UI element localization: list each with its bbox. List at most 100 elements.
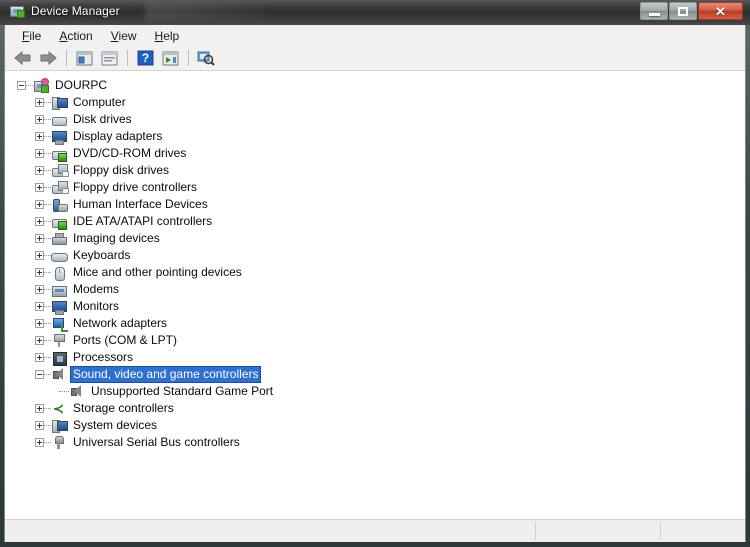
expand-toggle-ide-ata-atapi-controllers[interactable]	[35, 217, 44, 226]
minimize-button[interactable]	[640, 2, 668, 20]
menu-rest-action: ction	[67, 29, 93, 43]
tree-connector	[44, 254, 51, 257]
tree-row-ide-ata-atapi-controllers[interactable]: IDE ATA/ATAPI controllers	[5, 213, 745, 230]
modem-icon	[51, 282, 67, 298]
collapse-toggle-sound-video-and-game-controllers[interactable]	[35, 370, 44, 379]
back-button[interactable]	[11, 47, 35, 69]
tree-row-root[interactable]: DOURPC	[5, 77, 745, 94]
tree-row-imaging-devices[interactable]: Imaging devices	[5, 230, 745, 247]
tree-row-human-interface-devices[interactable]: Human Interface Devices	[5, 196, 745, 213]
expand-toggle-floppy-drive-controllers[interactable]	[35, 183, 44, 192]
expand-toggle-floppy-disk-drives[interactable]	[35, 166, 44, 175]
expand-toggle-network-adapters[interactable]	[35, 319, 44, 328]
tree-connector	[44, 322, 51, 325]
window-title: Device Manager	[31, 4, 120, 18]
expand-toggle-display-adapters[interactable]	[35, 132, 44, 141]
maximize-icon	[678, 6, 688, 16]
expand-toggle-storage-controllers[interactable]	[35, 404, 44, 413]
expand-toggle-ports-com-lpt[interactable]	[35, 336, 44, 345]
mouse-icon	[51, 265, 67, 281]
tree-row-floppy-disk-drives[interactable]: Floppy disk drives	[5, 162, 745, 179]
properties-icon	[101, 51, 117, 65]
help-button[interactable]: ?	[133, 47, 157, 69]
tree-connector	[44, 101, 51, 104]
scan-for-hardware-changes-button[interactable]	[194, 47, 218, 69]
expand-toggle-keyboards[interactable]	[35, 251, 44, 260]
expand-toggle-monitors[interactable]	[35, 302, 44, 311]
update-driver-button[interactable]	[158, 47, 182, 69]
close-button[interactable]: ✕	[698, 2, 743, 20]
properties-button[interactable]	[97, 47, 121, 69]
toolbar-separator-3	[188, 50, 189, 66]
tree-connector	[26, 84, 33, 87]
menu-item-action[interactable]: Action	[50, 27, 101, 45]
tree-connector	[44, 135, 51, 138]
toolbar-separator-2	[127, 50, 128, 66]
tree-row-sound-video-and-game-controllers[interactable]: Sound, video and game controllers	[5, 366, 745, 383]
tree-row-display-adapters[interactable]: Display adapters	[5, 128, 745, 145]
tree-row-floppy-drive-controllers[interactable]: Floppy drive controllers	[5, 179, 745, 196]
tree-row-disk-drives[interactable]: Disk drives	[5, 111, 745, 128]
network-adapter-icon	[51, 316, 68, 332]
status-divider-2	[660, 522, 661, 540]
maximize-button[interactable]	[669, 2, 697, 20]
expand-toggle-human-interface-devices[interactable]	[35, 200, 44, 209]
menu-rest-file: ile	[29, 29, 42, 43]
expand-toggle-system-devices[interactable]	[35, 421, 44, 430]
tree-row-system-devices[interactable]: System devices	[5, 417, 745, 434]
titlebar-blur-artifact	[145, 2, 265, 20]
tree-row-processors[interactable]: Processors	[5, 349, 745, 366]
title-bar[interactable]: Device Manager ✕	[0, 0, 750, 25]
tree-connector	[44, 339, 51, 342]
tree-row-storage-controllers[interactable]: ≺ Storage controllers	[5, 400, 745, 417]
tree-row-dvd-cd-rom-drives[interactable]: DVD/CD-ROM drives	[5, 145, 745, 162]
tree-label-system-devices: System devices	[73, 418, 158, 432]
back-arrow-icon	[14, 51, 31, 65]
expand-toggle-imaging-devices[interactable]	[35, 234, 44, 243]
expand-toggle-processors[interactable]	[35, 353, 44, 362]
computer-root-icon	[33, 77, 49, 94]
tree-row-keyboards[interactable]: Keyboards	[5, 247, 745, 264]
processor-icon	[51, 350, 67, 366]
monitor-icon	[51, 299, 67, 315]
expand-toggle-dvd-cd-rom-drives[interactable]	[35, 149, 44, 158]
forward-button[interactable]	[36, 47, 60, 69]
tree-row-ports-com-lpt[interactable]: Ports (COM & LPT)	[5, 332, 745, 349]
tree-row-network-adapters[interactable]: Network adapters	[5, 315, 745, 332]
tree-row-computer[interactable]: Computer	[5, 94, 745, 111]
tree-connector	[44, 441, 51, 444]
tree-label-keyboards: Keyboards	[73, 248, 131, 262]
menu-item-help[interactable]: Help	[146, 27, 189, 45]
collapse-toggle-root[interactable]	[17, 81, 26, 90]
toolbar-separator-1	[66, 50, 67, 66]
tree-row-modems[interactable]: Modems	[5, 281, 745, 298]
device-tree-pane[interactable]: DOURPC Computer Disk drives Display adap…	[5, 71, 745, 519]
menu-accel-view: V	[110, 29, 119, 43]
tree-label-disk-drives: Disk drives	[73, 112, 132, 126]
floppy-controller-icon	[51, 180, 69, 196]
tree-connector	[44, 118, 51, 121]
tree-row-universal-serial-bus-controllers[interactable]: Universal Serial Bus controllers	[5, 434, 745, 451]
tree-label-floppy-disk-drives: Floppy disk drives	[73, 163, 170, 177]
svg-text:?: ?	[141, 51, 148, 65]
scan-hardware-icon	[197, 51, 215, 66]
update-driver-icon	[162, 51, 178, 65]
tree-row-monitors[interactable]: Monitors	[5, 298, 745, 315]
tree-row-unsupported-standard-game-port[interactable]: Unsupported Standard Game Port	[5, 383, 745, 400]
tree-row-mice-and-other-pointing-devices[interactable]: Mice and other pointing devices	[5, 264, 745, 281]
menu-item-view[interactable]: View	[102, 27, 146, 45]
tree-label-imaging-devices: Imaging devices	[73, 231, 160, 245]
menu-item-file[interactable]: File	[13, 27, 50, 45]
expand-toggle-disk-drives[interactable]	[35, 115, 44, 124]
tree-label-processors: Processors	[73, 350, 134, 364]
expand-toggle-mice-and-other-pointing-devices[interactable]	[35, 268, 44, 277]
computer-icon	[51, 95, 68, 111]
show-hide-console-tree-button[interactable]	[72, 47, 96, 69]
tree-connector	[44, 203, 51, 206]
close-icon: ✕	[715, 3, 726, 19]
tree-connector	[44, 169, 51, 172]
expand-toggle-modems[interactable]	[35, 285, 44, 294]
expand-toggle-computer[interactable]	[35, 98, 44, 107]
system-device-icon	[51, 418, 68, 434]
expand-toggle-universal-serial-bus-controllers[interactable]	[35, 438, 44, 447]
